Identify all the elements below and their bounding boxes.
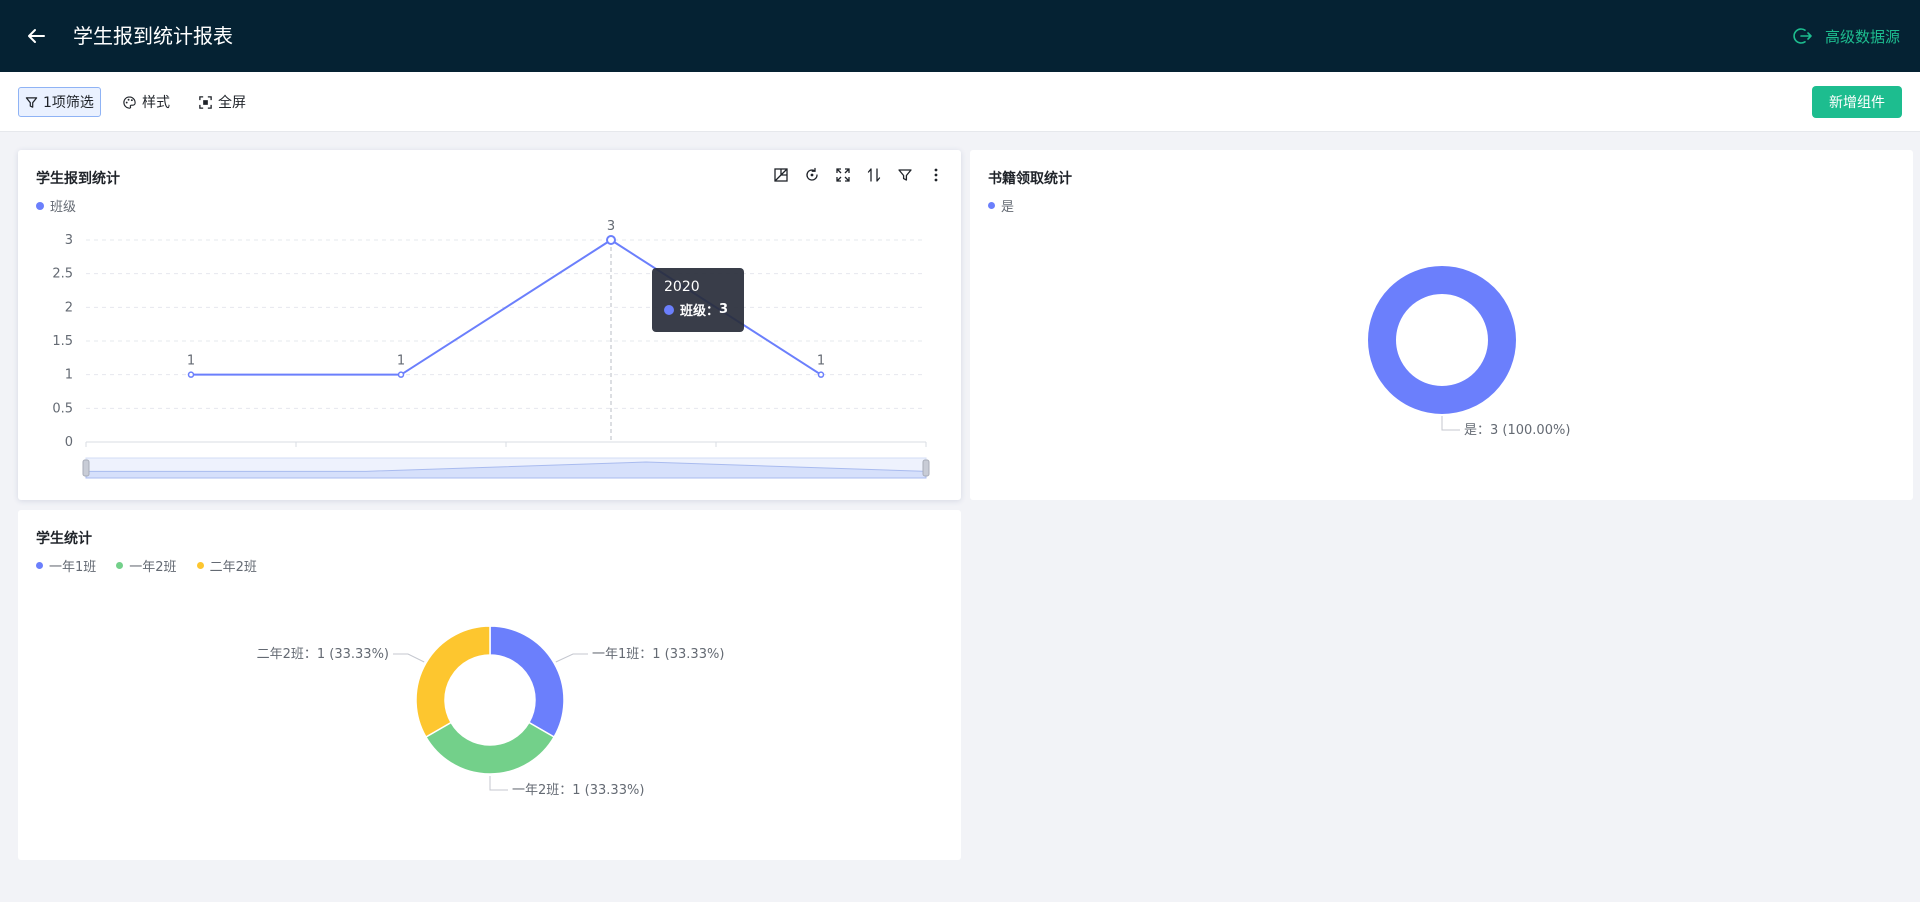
tooltip-series: 班级 [680, 304, 707, 319]
data-point [817, 371, 825, 378]
advanced-data-source-link[interactable]: 高级数据源 [1793, 24, 1900, 48]
filter-button[interactable]: 1项筛选 [18, 87, 101, 117]
tooltip-row: 班级： 3 [664, 300, 732, 319]
y-tick-label: 1.5 [52, 334, 73, 349]
donut-slice [489, 625, 565, 739]
data-label: 1 [397, 354, 405, 369]
fullscreen-icon [199, 95, 212, 109]
add-component-button[interactable]: 新增组件 [1812, 86, 1902, 118]
slice-label-line [393, 653, 425, 663]
zoom-slider-handle[interactable] [82, 459, 90, 477]
palette-icon [123, 95, 136, 109]
data-point [187, 371, 195, 378]
logout-icon [1793, 28, 1812, 44]
student-stats-card[interactable]: 学生统计 一年1班 一年2班 二年2班 一年1班：1 (33.33%) 一年2班：… [18, 510, 961, 860]
data-label: 1 [187, 354, 195, 369]
filter-icon [25, 96, 38, 108]
y-tick-label: 1 [65, 368, 73, 383]
slice-label: 一年1班：1 (33.33%) [592, 647, 724, 662]
chart-tooltip: 2020 班级： 3 [652, 268, 744, 332]
slice-label: 二年2班：1 (33.33%) [257, 647, 389, 662]
tooltip-separator: ： [706, 304, 720, 319]
slice-label-line [555, 653, 588, 663]
donut-slice [415, 625, 491, 739]
style-label: 样式 [142, 95, 170, 111]
student-stats-donut-chart[interactable]: 一年1班：1 (33.33%) 一年2班：1 (33.33%) 二年2班：1 (33… [18, 510, 961, 860]
page-title: 学生报到统计报表 [73, 24, 233, 48]
slice-label-line [489, 776, 508, 791]
slice-label-line [1441, 416, 1460, 431]
toolbar: 1项筛选 样式 全屏 新增组件 [0, 72, 1920, 132]
slice-label: 一年2班：1 (33.33%) [512, 783, 644, 798]
donut-slice [424, 721, 556, 775]
y-tick-label: 2.5 [52, 267, 73, 282]
data-label: 3 [607, 219, 615, 234]
y-tick-label: 3 [65, 233, 73, 248]
y-tick-label: 0 [65, 435, 73, 450]
book-pickup-donut-chart[interactable]: 是：3 (100.00%) [970, 150, 1913, 500]
line-chart[interactable]: 0 0.5 1 1.5 2 2.5 3 1 1 3 1 [18, 150, 961, 500]
tooltip-marker [664, 304, 674, 315]
zoom-slider-handle[interactable] [922, 459, 930, 477]
data-label: 1 [817, 354, 825, 369]
data-point [397, 371, 405, 378]
filter-label: 1项筛选 [43, 95, 94, 111]
style-button[interactable]: 样式 [122, 87, 170, 117]
arrow-left-icon [28, 29, 45, 43]
slice-label: 是：3 (100.00%) [1464, 423, 1570, 438]
data-point [606, 235, 616, 245]
tooltip-value: 3 [719, 302, 729, 317]
y-tick-label: 0.5 [52, 401, 73, 416]
donut-slice [1368, 266, 1516, 414]
fullscreen-label: 全屏 [218, 95, 246, 111]
book-pickup-card[interactable]: 书籍领取统计 是 是：3 (100.00%) [970, 150, 1913, 500]
back-button[interactable] [24, 24, 48, 48]
tooltip-title: 2020 [664, 279, 700, 295]
enroll-stats-card[interactable]: 学生报到统计 班级 0 0.5 1 1.5 2 2.5 3 1 1 3 1 2020 班级： [18, 150, 961, 500]
fullscreen-button[interactable]: 全屏 [198, 87, 246, 117]
y-tick-label: 2 [65, 300, 73, 315]
top-bar: 学生报到统计报表 高级数据源 [0, 0, 1920, 72]
advanced-data-source-label: 高级数据源 [1824, 27, 1900, 46]
